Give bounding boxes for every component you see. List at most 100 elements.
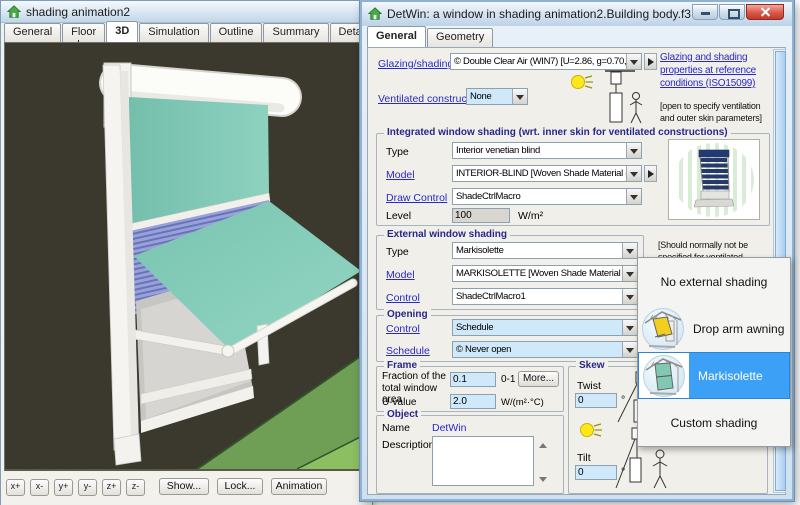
dropdown-arrow-icon[interactable]	[626, 189, 641, 204]
project-tabs: General Floor plan 3D Simulation Outline…	[1, 23, 372, 42]
tab-summary[interactable]: Summary	[263, 23, 328, 42]
level-unit: W/m²	[518, 210, 543, 222]
uvalue-label: U-value	[382, 397, 416, 408]
object-group-title: Object	[384, 409, 421, 420]
external-model-combo[interactable]: MARKISOLETTE [Woven Shade Material (WIN7…	[452, 265, 638, 282]
integrated-type-label: Type	[386, 146, 409, 158]
markisolette-icon	[642, 354, 686, 398]
frame-group-title: Frame	[384, 360, 420, 371]
animation-button[interactable]: Animation	[271, 478, 327, 495]
integrated-type-combo[interactable]: Interior venetian blind	[452, 142, 642, 159]
draw-control-link[interactable]: Draw Control	[386, 192, 447, 204]
project-window-title: shading animation2	[26, 5, 130, 19]
dropdown-arrow-icon[interactable]	[512, 89, 527, 104]
opening-control-combo[interactable]: Schedule	[452, 319, 638, 336]
ventilation-note: [open to specify ventilation and outer s…	[660, 101, 772, 124]
integrated-model-combo[interactable]: INTERIOR-BLIND [Woven Shade Material (WI…	[452, 165, 642, 182]
sun-icon	[578, 420, 604, 442]
sun-icon	[569, 72, 595, 94]
level-label: Level	[386, 210, 411, 222]
axis-x-plus-button[interactable]: x+	[6, 479, 25, 496]
window-section-occupant-diagram	[604, 68, 649, 126]
3d-viewport[interactable]	[4, 42, 370, 472]
axis-x-minus-button[interactable]: x-	[30, 479, 49, 496]
ventilated-combo-value: None	[470, 91, 492, 102]
show-button[interactable]: Show...	[159, 478, 209, 495]
external-model-link[interactable]: Model	[386, 269, 415, 281]
glazing-shading-link[interactable]: Glazing/shading	[378, 58, 453, 70]
level-input[interactable]	[452, 208, 510, 223]
description-textarea[interactable]	[432, 436, 534, 486]
draw-control-value: ShadeCtrlMacro	[456, 191, 520, 202]
dropdown-arrow-icon[interactable]	[622, 243, 637, 258]
project-window: shading animation2 General Floor plan 3D…	[0, 0, 373, 505]
app-house-icon	[7, 5, 21, 19]
frame-more-button[interactable]: More...	[518, 371, 559, 387]
tab-simulation[interactable]: Simulation	[139, 23, 208, 42]
minimize-button[interactable]	[692, 4, 718, 20]
axis-y-plus-button[interactable]: y+	[54, 479, 73, 496]
external-control-combo[interactable]: ShadeCtrlMacro1	[452, 288, 638, 305]
project-window-titlebar[interactable]: shading animation2	[1, 1, 372, 23]
minimize-icon	[701, 12, 710, 15]
external-type-label: Type	[386, 246, 409, 258]
integrated-model-expand-button[interactable]	[644, 165, 657, 182]
opening-control-value: Schedule	[456, 322, 493, 333]
tab-general[interactable]: General	[4, 23, 61, 42]
dropdown-arrow-icon[interactable]	[626, 54, 641, 69]
scroll-down-icon[interactable]	[539, 477, 547, 486]
integrated-model-link[interactable]: Model	[386, 169, 415, 181]
close-button[interactable]	[746, 4, 784, 20]
uvalue-input[interactable]	[450, 394, 496, 409]
dropdown-arrow-icon[interactable]	[622, 266, 637, 281]
opening-schedule-link[interactable]: Schedule	[386, 345, 430, 357]
menu-item-no-external-shading[interactable]: No external shading	[638, 258, 790, 305]
tilt-label: Tilt	[577, 452, 591, 464]
uvalue-unit: W/(m²·°C)	[501, 397, 544, 408]
axis-z-plus-button[interactable]: z+	[102, 479, 121, 496]
opening-group-title: Opening	[384, 309, 431, 320]
external-shading-group-title: External window shading	[384, 229, 510, 240]
dropdown-arrow-icon[interactable]	[622, 320, 637, 335]
axis-y-minus-button[interactable]: y-	[78, 479, 97, 496]
tab-floor-plan[interactable]: Floor plan	[62, 23, 105, 42]
frame-fraction-input[interactable]	[450, 372, 496, 387]
glazing-combo-value: © Double Clear Air (WIN7) [U=2.86, g=0.7…	[454, 56, 642, 67]
dropdown-arrow-icon[interactable]	[626, 166, 641, 181]
description-label: Description	[382, 439, 435, 451]
object-name-label: Name	[382, 422, 410, 434]
external-control-link[interactable]: Control	[386, 292, 420, 304]
menu-item-label: Markisolette	[689, 353, 789, 398]
integrated-type-value: Interior venetian blind	[456, 145, 540, 156]
menu-item-label: Drop arm awning	[693, 322, 784, 336]
close-icon	[760, 7, 771, 18]
menu-item-drop-arm-awning[interactable]: Drop arm awning	[638, 305, 790, 352]
external-shading-type-menu: No external shading Drop arm awning	[637, 257, 791, 447]
tab-3d[interactable]: 3D	[106, 21, 138, 42]
external-control-value: ShadeCtrlMacro1	[456, 291, 525, 302]
opening-control-link[interactable]: Control	[386, 323, 420, 335]
menu-item-markisolette[interactable]: Markisolette	[638, 352, 790, 399]
tab-detwin-general[interactable]: General	[367, 26, 426, 47]
opening-schedule-combo[interactable]: © Never open	[452, 341, 638, 358]
integrated-model-value: INTERIOR-BLIND [Woven Shade Material (WI…	[456, 168, 642, 179]
draw-control-combo[interactable]: ShadeCtrlMacro	[452, 188, 642, 205]
dropdown-arrow-icon[interactable]	[622, 289, 637, 304]
dropdown-arrow-icon[interactable]	[626, 143, 641, 158]
external-type-combo[interactable]: Markisolette	[452, 242, 638, 259]
lock-button[interactable]: Lock...	[217, 478, 263, 495]
axis-z-minus-button[interactable]: z-	[126, 479, 145, 496]
detwin-title: DetWin: a window in shading animation2.B…	[387, 7, 691, 21]
dropdown-arrow-icon[interactable]	[622, 342, 637, 357]
glazing-properties-link[interactable]: Glazing and shading properties at refere…	[660, 51, 764, 90]
opening-schedule-value: © Never open	[456, 344, 511, 355]
skew-group-title: Skew	[576, 360, 608, 371]
external-model-value: MARKISOLETTE [Woven Shade Material (WIN7…	[456, 268, 638, 279]
menu-item-custom-shading[interactable]: Custom shading	[638, 399, 790, 446]
scroll-up-icon[interactable]	[539, 439, 547, 448]
3d-scene-window-with-awning	[5, 43, 368, 469]
maximize-button[interactable]	[719, 4, 745, 20]
ventilated-combo[interactable]: None	[466, 88, 528, 105]
tab-detwin-geometry[interactable]: Geometry	[427, 28, 493, 47]
tab-outline[interactable]: Outline	[210, 23, 263, 42]
